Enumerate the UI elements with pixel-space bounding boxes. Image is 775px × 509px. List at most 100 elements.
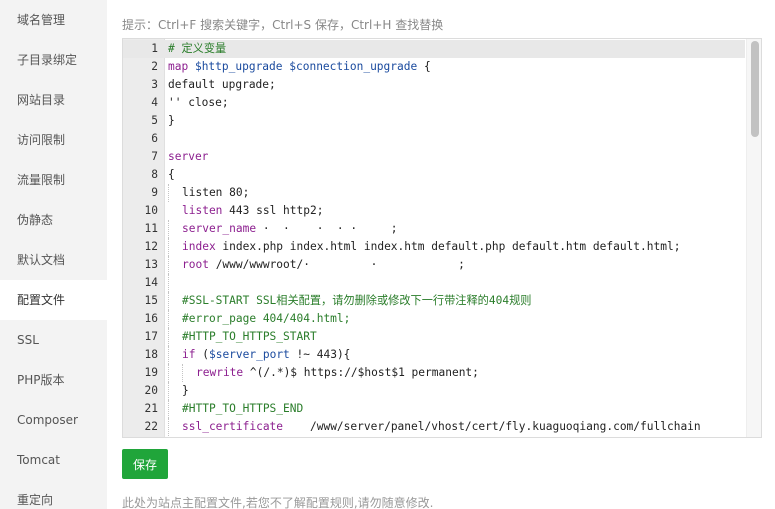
indent-guide [168,220,182,238]
sidebar-item[interactable]: 域名管理 [0,0,107,40]
sidebar-item[interactable]: 伪静态 [0,200,107,240]
indent-guide [168,238,182,256]
code-line[interactable]: 1 # 定义变量 [123,40,745,58]
code-line[interactable]: 16 #error_page 404/404.html; [123,310,745,328]
code-line[interactable]: 18 if ($server_port !~ 443){ [123,346,745,364]
sidebar-item[interactable]: 流量限制 [0,160,107,200]
code-token: · · · · · ; [256,222,398,235]
line-code: listen 80; [165,184,249,202]
code-lines[interactable]: 1 # 定义变量 2 map $http_upgrade $connection_up… [123,40,745,436]
sidebar-item[interactable]: 子目录绑定 [0,40,107,80]
sidebar-item[interactable]: Composer [0,400,107,440]
line-number: 22 [144,420,158,433]
line-code: ssl_certificate /www/server/panel/vhost/… [165,418,701,436]
line-number: 16 [144,312,158,325]
code-token: $server_port [208,348,290,361]
sidebar-item[interactable]: 配置文件 [0,280,107,320]
line-code [165,274,182,292]
code-token: /www/server/panel/vhost/cert/fly.kuaguoq… [283,420,701,433]
indent-guide [168,202,182,220]
line-number: 5 [151,114,158,127]
line-number: 13 [144,258,158,271]
line-number: 15 [144,294,158,307]
line-number: 20 [144,384,158,397]
code-line[interactable]: 12 index index.php index.html index.htm d… [123,238,745,256]
code-token: listen 80; [182,186,250,199]
scrollbar-thumb[interactable] [751,41,759,137]
line-code: index index.php index.html index.htm def… [165,238,680,256]
line-code: #HTTP_TO_HTTPS_END [165,400,303,418]
sidebar-item[interactable]: 访问限制 [0,120,107,160]
line-code: } [165,112,175,130]
line-number: 17 [144,330,158,343]
editor-scrollbar[interactable] [746,39,761,437]
sidebar-item[interactable]: 重定向 [0,480,107,509]
code-line[interactable]: 20} [123,382,745,400]
code-editor[interactable]: 1 # 定义变量 2 map $http_upgrade $connection_up… [122,38,762,438]
code-line[interactable]: 8{ [123,166,745,184]
code-token: index.php index.html index.htm default.p… [215,240,681,253]
code-line[interactable]: 17 #HTTP_TO_HTTPS_START [123,328,745,346]
code-line[interactable]: 11 server_name · · · · · ; [123,220,745,238]
code-line[interactable]: 14 [123,274,745,292]
indent-guide [168,346,182,364]
code-token: } [182,384,189,397]
line-number: 4 [151,96,158,109]
code-line[interactable]: 13 root /www/wwwroot/· · ; [123,256,745,274]
line-number: 18 [144,348,158,361]
sidebar-item[interactable]: 网站目录 [0,80,107,120]
indent-guide [168,418,182,436]
code-line[interactable]: 4 '' close; [123,94,745,112]
indent-guide [168,256,182,274]
code-token: server_name [182,222,257,235]
code-token: index [182,240,216,253]
line-number: 2 [151,60,158,73]
code-token: 443 ssl http2; [222,204,324,217]
code-token: '' close; [168,96,229,109]
code-line[interactable]: 3 default upgrade; [123,76,745,94]
code-token: default upgrade; [168,78,276,91]
sidebar-item[interactable]: SSL [0,320,107,360]
code-token: root [182,258,209,271]
line-code: listen 443 ssl http2; [165,202,323,220]
code-line[interactable]: 21 #HTTP_TO_HTTPS_END [123,400,745,418]
line-number: 9 [151,186,158,199]
footer-note: 此处为站点主配置文件,若您不了解配置规则,请勿随意修改. [122,496,434,509]
sidebar-item[interactable]: 默认文档 [0,240,107,280]
sidebar-item[interactable]: Tomcat [0,440,107,480]
indent-guide [168,310,182,328]
line-code: { [165,166,175,184]
code-token: server [168,150,209,163]
line-code: #SSL-START SSL相关配置，请勿删除或修改下一行带注释的404规则 [165,292,531,310]
code-line[interactable]: 22 ssl_certificate /www/server/panel/vhos… [123,418,745,436]
code-line[interactable]: 6 [123,130,745,148]
code-token: /www/wwwroot/· · ; [208,258,465,271]
line-number: 3 [151,78,158,91]
code-line[interactable]: 5} [123,112,745,130]
indent-guide [168,274,182,292]
code-token: listen [182,204,223,217]
code-token: ssl_certificate [182,420,284,433]
indent-guide [182,364,196,382]
code-token: map [168,60,195,73]
code-line[interactable]: 10 listen 443 ssl http2; [123,202,745,220]
code-token: { [417,60,431,73]
line-number: 7 [151,150,158,163]
line-number: 1 [151,42,158,55]
code-line[interactable]: 9 listen 80; [123,184,745,202]
line-code: #error_page 404/404.html; [165,310,350,328]
save-button[interactable]: 保存 [122,449,168,479]
editor-tip: 提示：Ctrl+F 搜索关键字，Ctrl+S 保存，Ctrl+H 查找替换 [122,18,444,32]
config-file-panel: 提示：Ctrl+F 搜索关键字，Ctrl+S 保存，Ctrl+H 查找替换 1 #… [122,0,762,509]
code-token: if [182,348,196,361]
code-line[interactable]: 19 rewrite ^(/.*)$ https://$host$1 perman… [123,364,745,382]
line-number: 6 [151,132,158,145]
code-line[interactable]: 2 map $http_upgrade $connection_upgrade { [123,58,745,76]
line-number: 21 [144,402,158,415]
indent-guide [168,364,182,382]
code-line[interactable]: 15 #SSL-START SSL相关配置，请勿删除或修改下一行带注释的404规则 [123,292,745,310]
code-line[interactable]: 7 server [123,148,745,166]
sidebar-item[interactable]: PHP版本 [0,360,107,400]
indent-guide [168,382,182,400]
code-token: #HTTP_TO_HTTPS_END [182,402,304,415]
